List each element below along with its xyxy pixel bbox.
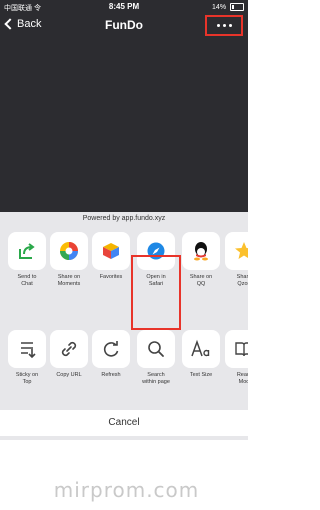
battery-percent: 14% <box>212 3 227 11</box>
status-bar: 中国联通 令 8:45 PM 14% <box>0 0 248 14</box>
share-label: Share Qzon <box>236 274 248 287</box>
sticky-icon <box>8 330 46 368</box>
status-time: 8:45 PM <box>108 2 140 11</box>
more-button[interactable] <box>205 15 243 36</box>
search-icon <box>137 330 175 368</box>
share-moments-button[interactable]: Share on Moments <box>50 232 88 288</box>
action-label: Sticky on Top <box>15 372 39 385</box>
favorites-icon <box>92 232 130 270</box>
share-label: Share on QQ <box>189 274 213 287</box>
share-qzone-button[interactable]: Share Qzon <box>225 232 248 288</box>
share-label: Share on Moments <box>57 274 81 287</box>
text-size-button[interactable]: Text Size <box>182 330 220 379</box>
powered-by-label: Powered by app.fundo.xyz <box>82 215 166 222</box>
webview-content <box>0 36 248 212</box>
safari-highlight-box <box>131 255 181 330</box>
refresh-button[interactable]: Refresh <box>92 330 130 379</box>
action-label: Readi Mod <box>236 372 248 385</box>
refresh-icon <box>92 330 130 368</box>
reading-mode-icon <box>225 330 248 368</box>
cancel-button[interactable]: Cancel <box>0 410 248 436</box>
battery-status: 14% <box>212 3 244 11</box>
moments-icon <box>50 232 88 270</box>
share-label: Send to Chat <box>17 274 37 287</box>
link-icon <box>50 330 88 368</box>
favorites-button[interactable]: Favorites <box>92 232 130 281</box>
share-label: Favorites <box>99 274 123 280</box>
battery-icon <box>230 3 244 11</box>
sticky-on-top-button[interactable]: Sticky on Top <box>8 330 46 386</box>
send-to-chat-icon <box>8 232 46 270</box>
search-within-page-button[interactable]: Search within page <box>137 330 175 386</box>
action-label: Refresh <box>101 372 121 378</box>
watermark-text: mirprom.com <box>53 478 200 502</box>
text-size-icon <box>182 330 220 368</box>
action-label: Search within page <box>142 372 170 385</box>
share-qq-button[interactable]: Share on QQ <box>182 232 220 288</box>
share-sheet: Powered by app.fundo.xyz Send to Chat Sh… <box>0 212 248 440</box>
qq-icon <box>182 232 220 270</box>
qzone-icon <box>225 232 248 270</box>
copy-url-button[interactable]: Copy URL <box>50 330 88 379</box>
send-to-chat-button[interactable]: Send to Chat <box>8 232 46 288</box>
nav-bar: Back FunDo <box>0 14 248 36</box>
share-row: Send to Chat Share on Moments Favorites … <box>0 232 248 322</box>
reading-mode-button[interactable]: Readi Mod <box>225 330 248 386</box>
more-dots-icon <box>217 24 232 27</box>
action-label: Copy URL <box>56 372 82 378</box>
phone-screen: 中国联通 令 8:45 PM 14% Back FunDo Powered by… <box>0 0 248 440</box>
action-row: Sticky on Top Copy URL Refresh Search wi… <box>0 330 248 420</box>
action-label: Text Size <box>189 372 213 378</box>
